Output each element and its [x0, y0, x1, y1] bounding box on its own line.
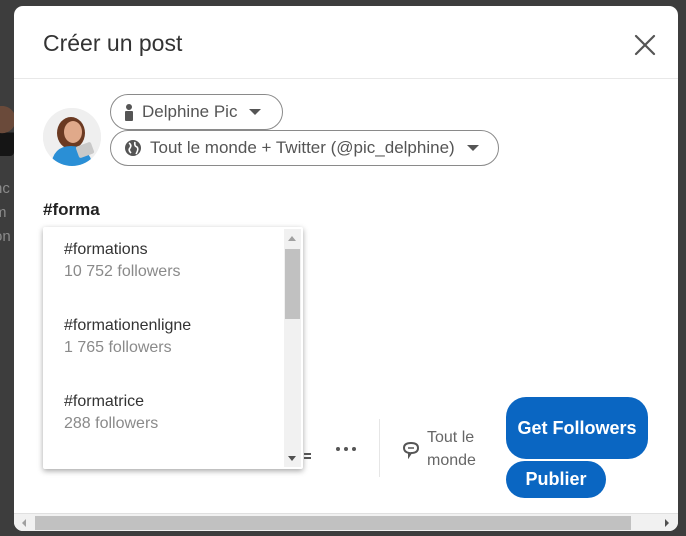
get-followers-button[interactable]: Get Followers	[506, 397, 648, 459]
toolbar-divider	[379, 419, 380, 477]
hashtag-suggestions: #formations 10 752 followers #formatione…	[43, 227, 303, 469]
scroll-up-icon[interactable]	[288, 236, 296, 241]
suggestion-item[interactable]: #formatrice 288 followers	[43, 379, 283, 455]
publish-button[interactable]: Publier	[506, 461, 606, 498]
background-text: nc	[0, 180, 10, 197]
author-selector[interactable]: Delphine Pic	[110, 94, 283, 130]
avatar-image	[43, 108, 101, 166]
author-name: Delphine Pic	[142, 102, 238, 121]
suggestion-followers: 10 752 followers	[64, 263, 181, 280]
scroll-down-icon[interactable]	[288, 456, 296, 461]
close-button[interactable]	[632, 32, 658, 58]
post-editor[interactable]: #forma	[43, 200, 100, 220]
chevron-down-icon	[466, 145, 479, 151]
close-icon	[634, 34, 656, 56]
scrollbar-thumb[interactable]	[35, 516, 631, 530]
more-icon	[336, 447, 340, 451]
suggestion-scrollbar[interactable]	[284, 229, 301, 467]
globe-icon	[125, 140, 141, 156]
suggestion-item[interactable]: #formationenligne 1 765 followers	[43, 303, 283, 379]
more-options-button[interactable]	[331, 434, 361, 464]
suggestion-tag: #formations	[64, 241, 148, 258]
document-icon[interactable]	[304, 453, 311, 459]
comment-icon	[402, 441, 420, 459]
scrollbar-thumb[interactable]	[285, 249, 300, 319]
background-avatar	[0, 104, 14, 156]
scroll-right-icon[interactable]	[665, 519, 669, 527]
suggestion-tag: #formatrice	[64, 393, 145, 410]
suggestion-followers: 288 followers	[64, 415, 159, 432]
suggestion-followers: 1 765 followers	[64, 339, 172, 356]
chevron-down-icon	[249, 109, 262, 115]
suggestion-tag: #formationenligne	[64, 317, 192, 334]
person-icon	[125, 104, 133, 121]
suggestion-item[interactable]: #formations 10 752 followers	[43, 227, 283, 303]
modal-title: Créer un post	[43, 30, 183, 56]
scroll-left-icon[interactable]	[22, 519, 26, 527]
user-avatar	[43, 108, 101, 166]
horizontal-scrollbar[interactable]	[14, 513, 678, 531]
comment-setting-button[interactable]: Tout le monde	[401, 426, 489, 472]
visibility-selector[interactable]: Tout le monde + Twitter (@pic_delphine)	[110, 130, 499, 166]
visibility-label: Tout le monde + Twitter (@pic_delphine)	[150, 138, 455, 157]
modal-header: Créer un post	[14, 6, 678, 79]
comment-setting-label: Tout le monde	[427, 429, 476, 469]
background-text: on	[0, 228, 11, 245]
background-text: m	[0, 204, 7, 221]
create-post-modal: Créer un post Delphine Pic Tout le monde	[14, 6, 678, 531]
suggestion-list: #formations 10 752 followers #formatione…	[43, 227, 283, 469]
